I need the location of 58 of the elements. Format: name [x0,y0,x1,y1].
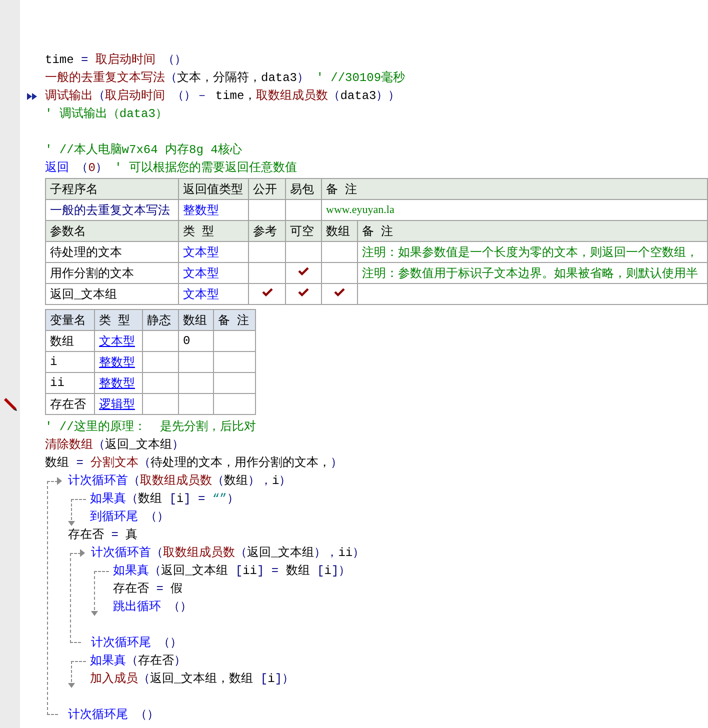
column-header: 静态 [142,310,178,330]
column-header: 参考 [248,220,286,242]
table-cell: 文本型 [178,242,248,262]
table-cell: 整数型 [94,352,142,372]
table-cell: 整数型 [94,372,142,394]
column-header: 数组 [178,310,214,330]
table-cell: 文本型 [178,284,248,304]
code-line: 存在否 = 假 [113,581,184,598]
code-line: 跳出循环 （） [113,599,194,616]
table-cell: 注明：参数值用于标识子文本边界。如果被省略，则默认使用半 [358,262,708,284]
column-header: 变量名 [46,310,94,330]
column-header: 备 注 [214,310,256,330]
code-line: 计次循环首（取数组成员数（返回_文本组），ii） [91,545,366,562]
column-header: 公开 [248,178,286,200]
table-cell: 0 [178,330,214,352]
checkmark-icon [298,267,309,276]
code-line: 到循环尾 （） [90,509,170,526]
code-line: 如果真（存在否） [90,653,187,670]
code-line: 存在否 = 真 [68,527,139,544]
table-cell: 逻辑型 [94,394,142,414]
checkmark-icon [298,288,309,297]
table-cell: 存在否 [46,394,94,414]
table-cell: 注明：如果参数值是一个长度为零的文本，则返回一个空数组， [358,242,708,262]
column-header: 易包 [286,178,322,200]
column-header: 数组 [322,220,358,242]
column-header: 返回值类型 [178,178,248,200]
code-line: 返回 （0） ' 可以根据您的需要返回任意数值 [45,160,298,177]
column-header: 类 型 [178,220,248,242]
code-line: 加入成员（返回_文本组，数组 [i]） [90,671,296,688]
code-line: 计次循环尾 （） [91,635,184,652]
code-line: 计次循环尾 （） [68,707,160,724]
code-line: ' //本人电脑w7x64 内存8g 4核心 [45,142,243,159]
column-header: 参数名 [46,220,178,242]
table-cell: i [46,352,94,372]
table-cell: 数组 [46,330,94,352]
code-line: 如果真（返回_文本组 [ii] = 数组 [i]） [113,563,352,580]
code-line: 清除数组（返回_文本组） [45,437,186,454]
column-header: 可空 [286,220,322,242]
table-cell: ii [46,372,94,394]
table-cell: 待处理的文本 [46,242,178,262]
checkmark-icon [262,288,272,297]
code-line: 数组 = 分割文本（待处理的文本，用作分割的文本，） [45,455,344,472]
checkmark-icon [334,288,345,297]
code-line: 如果真（数组 [i] = “”） [90,491,240,508]
table-cell: 文本型 [178,262,248,284]
code-line: 计次循环首（取数组成员数（数组），i） [68,473,292,490]
code-line: ' 调试输出（data3） [45,106,168,123]
table-cell: 文本型 [94,330,142,352]
table-cell: 返回_文本组 [46,284,178,304]
column-header: 子程序名 [46,178,178,200]
code-line: 一般的去重复文本写法（文本，分隔符，data3） ' //30109毫秒 [45,70,406,87]
column-header: 备 注 [322,178,708,200]
code-line: ' //这里的原理： 是先分割，后比对 [45,419,258,436]
table-cell: 用作分割的文本 [46,262,178,284]
code-line: 调试输出（取启动时间 （）－ time，取数组成员数（data3）） [45,88,402,105]
code-line: time = 取启动时间 （） [45,52,188,69]
column-header: 备 注 [358,220,708,242]
column-header: 类 型 [94,310,142,330]
